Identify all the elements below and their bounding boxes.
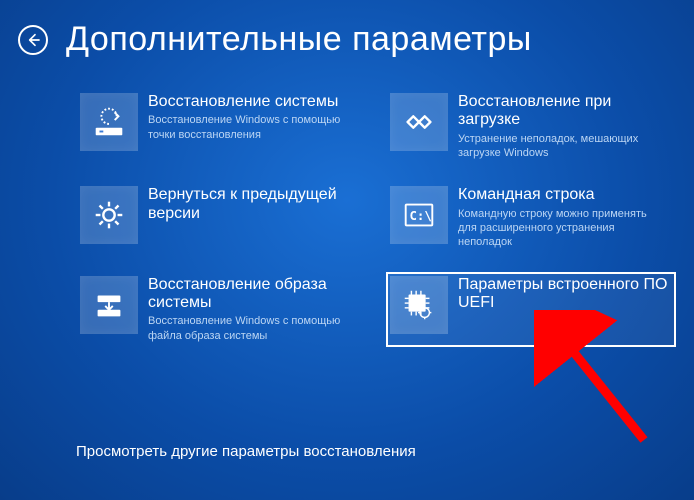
- tile-command-prompt[interactable]: C:\ Командная строка Командную строку мо…: [386, 182, 676, 253]
- tile-title: Параметры встроенного ПО UEFI: [458, 276, 672, 313]
- tile-title: Восстановление при загрузке: [458, 93, 672, 130]
- tile-title: Командная строка: [458, 186, 668, 204]
- gear-icon: [80, 186, 138, 244]
- see-more-options[interactable]: Просмотреть другие параметры восстановле…: [76, 443, 416, 460]
- tile-title: Вернуться к предыдущей версии: [148, 186, 362, 223]
- tile-title: Восстановление системы: [148, 93, 358, 111]
- uefi-icon: [390, 276, 448, 334]
- startup-repair-icon: [390, 93, 448, 151]
- tile-system-image-recovery[interactable]: Восстановление образа системы Восстановл…: [76, 272, 366, 347]
- command-prompt-icon: C:\: [390, 186, 448, 244]
- arrow-left-icon: [25, 32, 41, 48]
- tile-uefi-firmware[interactable]: Параметры встроенного ПО UEFI: [386, 272, 676, 347]
- tile-system-restore[interactable]: Восстановление системы Восстановление Wi…: [76, 89, 366, 164]
- tile-title: Восстановление образа системы: [148, 276, 362, 313]
- image-recovery-icon: [80, 276, 138, 334]
- options-grid: Восстановление системы Восстановление Wi…: [0, 59, 694, 347]
- tile-desc: Командную строку можно применять для рас…: [458, 207, 668, 250]
- tile-desc: Устранение неполадок, мешающих загрузке …: [458, 132, 668, 161]
- back-button[interactable]: [18, 25, 48, 55]
- svg-text:C:\: C:\: [410, 209, 432, 223]
- tile-desc: Восстановление Windows с помощью точки в…: [148, 113, 358, 142]
- restore-icon: [80, 93, 138, 151]
- tile-desc: Восстановление Windows с помощью файла о…: [148, 314, 358, 343]
- tile-go-back[interactable]: Вернуться к предыдущей версии: [76, 182, 366, 253]
- page-title: Дополнительные параметры: [66, 20, 532, 59]
- tile-startup-repair[interactable]: Восстановление при загрузке Устранение н…: [386, 89, 676, 164]
